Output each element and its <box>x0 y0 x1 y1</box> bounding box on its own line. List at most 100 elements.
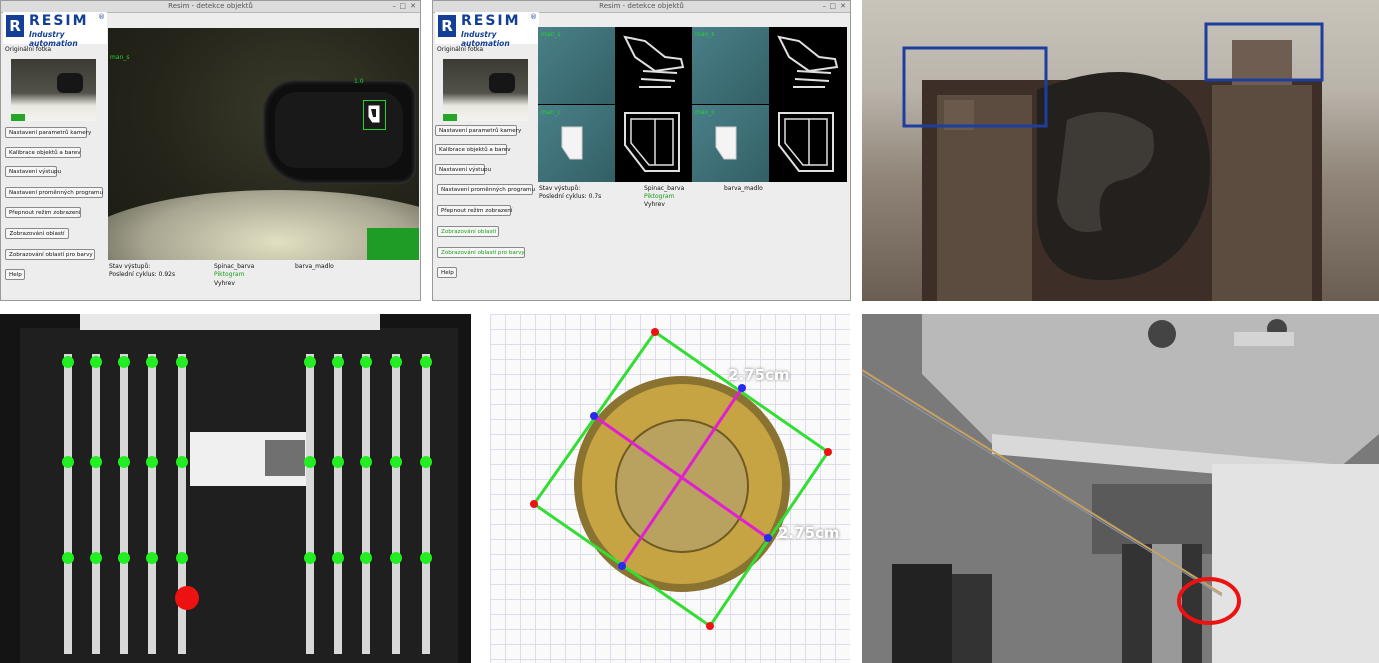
pictogram-cell-4 <box>769 27 846 104</box>
camera-settings-button[interactable]: Nastavení parametrů kamery <box>435 125 521 136</box>
pictogram-cell-3: man_s <box>692 27 769 104</box>
switch-view-button[interactable]: Přepnout režim zobrazení <box>5 207 81 218</box>
detected-clip-dot <box>390 356 402 368</box>
detected-clip-dot <box>332 356 344 368</box>
detected-clip-dot <box>360 552 372 564</box>
outputs-status-label: Stav výstupů: <box>109 263 151 270</box>
detection-box <box>363 100 386 130</box>
output-settings-button[interactable]: Nastavení výstupu <box>5 166 61 177</box>
close-icon[interactable]: ✕ <box>840 1 846 12</box>
last-cycle-label: Poslední cyklus: 0.7s <box>539 193 602 200</box>
pictogram-cell-8 <box>769 105 846 182</box>
detection-score: 1.0 <box>354 78 364 85</box>
original-photo-label: Originální fotka <box>5 46 52 53</box>
camera-view: man_s 1.0 <box>108 28 419 260</box>
camera-object-label: man_s <box>110 54 130 61</box>
detected-clip-dot <box>146 552 158 564</box>
logo-name: RESIM <box>29 13 89 29</box>
original-photo-thumbnail <box>443 59 528 121</box>
clip-rail <box>362 354 370 654</box>
detected-clip-dot <box>90 356 102 368</box>
detected-clip-dot <box>62 552 74 564</box>
variables-settings-button[interactable]: Nastavení proměnných programu <box>437 184 535 195</box>
logo-mark: R <box>6 15 24 37</box>
output-vyhrev: Vyhrev <box>214 280 235 287</box>
detected-clip-dot <box>62 356 74 368</box>
detected-clip-dot <box>176 456 188 468</box>
fixture-photo <box>862 0 1379 301</box>
detected-clip-dot <box>332 552 344 564</box>
last-cycle-label: Poslední cyklus: 0.92s <box>109 271 176 278</box>
original-photo-label: Originální fotka <box>437 46 484 53</box>
detected-clip-dot <box>90 552 102 564</box>
camera-settings-button[interactable]: Nastavení parametrů kamery <box>5 127 91 138</box>
logo-mark: R <box>438 15 456 37</box>
detected-clip-dot <box>360 456 372 468</box>
help-button[interactable]: Help <box>437 267 457 278</box>
logo-registered: ® <box>530 13 537 21</box>
detected-clip-dot <box>90 456 102 468</box>
detected-clip-dot <box>176 356 188 368</box>
output-piktogram: Piktogram <box>644 193 675 200</box>
seat-heating-outline-icon <box>623 35 685 88</box>
pictogram-cell-5: man_c <box>538 105 615 182</box>
output-vyhrev: Vyhrev <box>644 201 665 208</box>
clip-rail <box>422 354 430 654</box>
detected-clip-dot <box>420 552 432 564</box>
detected-clip-dot <box>360 356 372 368</box>
show-areas-button[interactable]: Zobrazování oblastí <box>437 226 499 237</box>
close-icon[interactable]: ✕ <box>410 1 416 12</box>
detected-clip-dot <box>390 552 402 564</box>
output-settings-button[interactable]: Nastavení výstupu <box>435 164 491 175</box>
output-barva-madlo: barva_madlo <box>724 185 763 192</box>
clip-rail <box>334 354 342 654</box>
minimize-icon[interactable]: – <box>823 1 827 12</box>
pictogram-cell-1: man_s <box>538 27 615 104</box>
detected-clip-dot <box>332 456 344 468</box>
output-piktogram: Piktogram <box>214 271 245 278</box>
missing-clip-dot <box>175 586 199 610</box>
door-icon <box>715 126 737 160</box>
app-window-left: Resim - detekce objektů – □ ✕ R RESIM ® … <box>0 0 421 301</box>
measurement-right-label: 2.75cm <box>778 524 840 542</box>
door-outline-icon <box>624 112 680 172</box>
resim-logo: R RESIM ® Industry automation <box>435 12 539 48</box>
detected-clip-dot <box>390 456 402 468</box>
detected-clip-dot <box>118 356 130 368</box>
maximize-icon[interactable]: □ <box>399 1 406 12</box>
minimize-icon[interactable]: – <box>393 1 397 12</box>
original-photo-thumbnail <box>11 59 96 121</box>
measurement-top-label: 2.75cm <box>728 366 790 384</box>
door-icon <box>561 126 583 160</box>
detected-clip-dot <box>118 552 130 564</box>
detected-clip-dot <box>146 356 158 368</box>
switch-view-button[interactable]: Přepnout režim zobrazení <box>437 205 512 216</box>
variables-settings-button[interactable]: Nastavení proměnných programu <box>5 187 103 198</box>
clip-rail <box>64 354 72 654</box>
pictogram-label: man_s <box>695 31 715 38</box>
calibration-button[interactable]: Kalibrace objektů a barev <box>5 147 81 158</box>
clip-rail <box>120 354 128 654</box>
help-button[interactable]: Help <box>5 269 25 280</box>
pictogram-cell-6 <box>615 105 692 182</box>
clip-rail <box>148 354 156 654</box>
detected-clip-dot <box>176 552 188 564</box>
show-areas-button[interactable]: Zobrazování oblastí <box>5 228 69 239</box>
maximize-icon[interactable]: □ <box>829 1 836 12</box>
outputs-status-label: Stav výstupů: <box>539 185 581 192</box>
calibration-button[interactable]: Kalibrace objektů a barev <box>435 144 511 155</box>
show-color-areas-button[interactable]: Zobrazování oblastí pro barvy <box>5 249 95 260</box>
detected-clip-dot <box>118 456 130 468</box>
logo-registered: ® <box>98 13 105 21</box>
board-inspection-photo <box>0 314 471 663</box>
pictogram-cell-2 <box>615 27 692 104</box>
show-color-areas-button[interactable]: Zobrazování oblastí pro barvy <box>437 247 525 258</box>
clip-rail <box>392 354 400 654</box>
resim-logo: R RESIM ® Industry automation <box>3 12 107 48</box>
logo-name: RESIM <box>461 13 521 29</box>
coin-measurement-photo: 2.75cm 2.75cm <box>490 314 850 663</box>
pictogram-label: man_s <box>541 31 561 38</box>
clip-rail <box>92 354 100 654</box>
pictogram-grid: man_s man_s man_c man_c <box>538 27 847 182</box>
detected-clip-dot <box>420 356 432 368</box>
